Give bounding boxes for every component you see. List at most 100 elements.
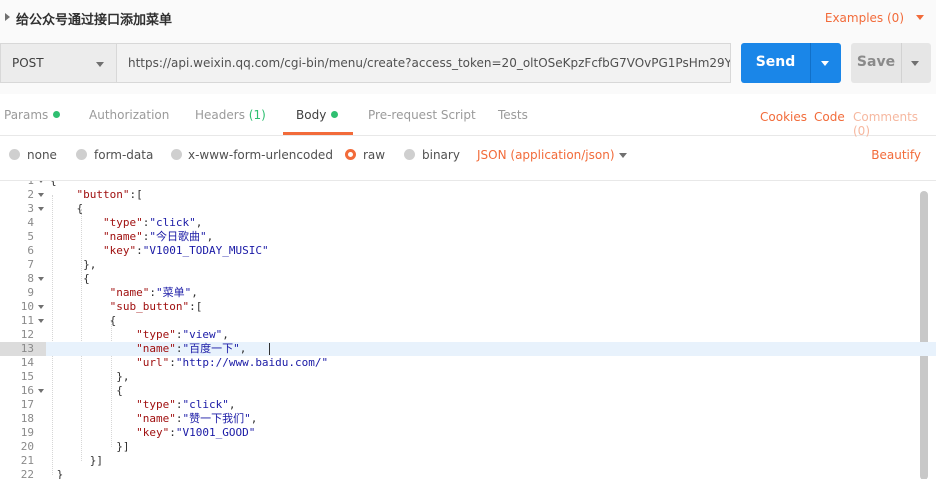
code-line[interactable]: 18 "name":"赞一下我们", (0, 412, 936, 426)
code-editor[interactable]: 1{2 "button":[3 {4 "type":"click", 5 "nam… (0, 180, 936, 479)
save-button[interactable]: Save (851, 43, 931, 83)
code-line[interactable]: 6 "key":"V1001_TODAY_MUSIC" (0, 244, 936, 258)
radio-binary[interactable] (404, 149, 415, 160)
line-number: 3 (27, 202, 34, 215)
line-number: 14 (20, 356, 34, 369)
radio-binary-label[interactable]: binary (422, 148, 460, 162)
tab-headers[interactable]: Headers (1) (195, 108, 266, 122)
chevron-down-icon[interactable] (916, 15, 924, 20)
code-text: "button":[ (76, 188, 143, 201)
code-line[interactable]: 12 "type":"view", (0, 328, 936, 342)
content-type-select[interactable]: JSON (application/json) (477, 148, 615, 162)
request-tabs: Params Authorization Headers (1) Body Pr… (0, 94, 936, 138)
line-number: 6 (27, 244, 34, 257)
tab-authorization[interactable]: Authorization (89, 108, 169, 122)
chevron-down-icon (96, 62, 104, 67)
radio-none[interactable] (9, 149, 20, 160)
fold-arrow-icon[interactable] (38, 305, 44, 309)
line-number: 15 (20, 370, 34, 383)
code-line[interactable]: 14 "url":"http://www.baidu.com/" (0, 356, 936, 370)
line-number-cell: 11 (0, 314, 46, 328)
fold-arrow-icon[interactable] (38, 181, 44, 183)
code-line[interactable]: 19 "key":"V1001_GOOD" (0, 426, 936, 440)
code-line[interactable]: 13 "name":"百度一下", (0, 342, 936, 356)
line-number: 16 (20, 384, 34, 397)
code-line[interactable]: 15 }, (0, 370, 936, 384)
request-name[interactable]: 给公众号通过接口添加菜单 (16, 9, 172, 28)
radio-raw[interactable] (345, 149, 356, 160)
code-line[interactable]: 5 "name":"今日歌曲", (0, 230, 936, 244)
code-line[interactable]: 2 "button":[ (0, 188, 936, 202)
code-line[interactable]: 22 } (0, 468, 936, 479)
tab-headers-label: Headers (195, 108, 245, 122)
code-line[interactable]: 3 { (0, 202, 936, 216)
code-line[interactable]: 16 { (0, 384, 936, 398)
line-number: 2 (27, 188, 34, 201)
headers-count: (1) (248, 108, 266, 122)
code-line[interactable]: 20 }] (0, 440, 936, 454)
fold-arrow-icon[interactable] (38, 319, 44, 323)
request-title-bar: 给公众号通过接口添加菜单 Examples (0) (0, 0, 936, 36)
comments-link[interactable]: Comments (0) (853, 110, 936, 138)
send-button[interactable]: Send (741, 43, 841, 83)
line-number: 8 (27, 272, 34, 285)
line-number-cell: 6 (0, 244, 46, 258)
tab-pre-request-script[interactable]: Pre-request Script (368, 108, 476, 122)
code-line[interactable]: 9 "name":"菜单", (0, 286, 936, 300)
send-divider (810, 43, 811, 83)
line-number: 4 (27, 216, 34, 229)
radio-urlencoded-label[interactable]: x-www-form-urlencoded (188, 148, 333, 162)
line-number-cell: 17 (0, 398, 46, 412)
tab-tests[interactable]: Tests (498, 108, 528, 122)
code-line[interactable]: 7 }, (0, 258, 936, 272)
code-link[interactable]: Code (814, 110, 845, 124)
code-text: "name":"菜单", (109, 286, 198, 299)
url-input[interactable]: https://api.weixin.qq.com/cgi-bin/menu/c… (116, 43, 731, 83)
examples-dropdown[interactable]: Examples (0) (825, 11, 904, 25)
body-indicator-dot (331, 111, 339, 118)
code-line[interactable]: 17 "type":"click", (0, 398, 936, 412)
code-line[interactable]: 21 }] (0, 454, 936, 468)
tab-body-label: Body (296, 108, 327, 122)
active-tab-underline (283, 132, 353, 135)
send-label: Send (755, 54, 796, 70)
request-bar: POST https://api.weixin.qq.com/cgi-bin/m… (0, 36, 936, 94)
code-line[interactable]: 8 { (0, 272, 936, 286)
tab-params-label: Params (4, 108, 49, 122)
code-line[interactable]: 10 "sub_button":[ (0, 300, 936, 314)
radio-form-data[interactable] (76, 149, 87, 160)
code-text: { (50, 180, 57, 187)
save-options-chevron-icon[interactable] (911, 61, 919, 66)
beautify-link[interactable]: Beautify (871, 148, 921, 162)
fold-arrow-icon[interactable] (38, 193, 44, 197)
fold-arrow-icon[interactable] (38, 277, 44, 281)
fold-arrow-icon[interactable] (38, 207, 44, 211)
chevron-down-icon[interactable] (619, 153, 627, 158)
line-number-cell: 9 (0, 286, 46, 300)
fold-arrow-icon[interactable] (38, 389, 44, 393)
code-line[interactable]: 4 "type":"click", (0, 216, 936, 230)
cookies-link[interactable]: Cookies (760, 110, 807, 124)
line-number-cell: 14 (0, 356, 46, 370)
tab-body[interactable]: Body (296, 108, 339, 122)
line-number: 9 (27, 286, 34, 299)
collapse-caret-icon[interactable] (5, 13, 10, 21)
code-line[interactable]: 1{ (0, 180, 936, 188)
line-number-cell: 4 (0, 216, 46, 230)
radio-urlencoded[interactable] (171, 149, 182, 160)
method-select[interactable]: POST (0, 43, 116, 83)
code-text: "name":"今日歌曲", (102, 230, 214, 243)
send-options-chevron-icon[interactable] (821, 61, 829, 66)
radio-raw-label[interactable]: raw (363, 148, 385, 162)
line-number-cell: 18 (0, 412, 46, 426)
code-line[interactable]: 11 { (0, 314, 936, 328)
radio-none-label[interactable]: none (27, 148, 57, 162)
code-text: "sub_button":[ (109, 300, 203, 313)
line-number-cell: 13 (0, 342, 46, 356)
radio-form-data-label[interactable]: form-data (94, 148, 153, 162)
line-number: 11 (20, 314, 34, 327)
tab-params[interactable]: Params (4, 108, 61, 122)
save-label: Save (856, 54, 896, 70)
line-number-cell: 5 (0, 230, 46, 244)
line-number-cell: 3 (0, 202, 46, 216)
